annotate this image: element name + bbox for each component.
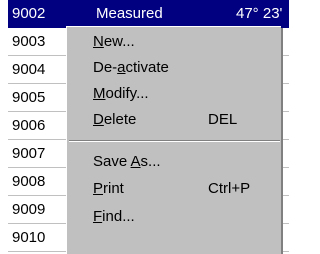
menu-item-modify[interactable]: Modify... xyxy=(67,81,282,107)
menu-item-label: Save As... xyxy=(93,153,161,170)
menu-item-label: Modify... xyxy=(93,85,149,102)
point-id: 9009 xyxy=(12,201,46,218)
menu-item-label: New... xyxy=(93,33,135,50)
point-id: 9008 xyxy=(12,173,46,190)
point-status: Measured xyxy=(96,5,163,22)
menu-item-label: Find... xyxy=(93,208,135,225)
point-id: 9006 xyxy=(12,117,46,134)
menu-item-print[interactable]: Print Ctrl+P xyxy=(67,176,282,202)
menu-item-save-as[interactable]: Save As... xyxy=(67,149,282,175)
table-row-selected[interactable]: 9002 Measured 47° 23' xyxy=(8,0,289,28)
menu-item-delete[interactable]: Delete DEL xyxy=(67,107,282,133)
menu-item-new[interactable]: New... xyxy=(67,29,282,55)
point-id: 9002 xyxy=(12,5,46,22)
point-id: 9004 xyxy=(12,61,46,78)
menu-item-label: De-activate xyxy=(93,59,169,76)
menu-item-find[interactable]: Find... xyxy=(67,204,282,230)
menu-separator xyxy=(69,140,280,142)
context-menu: New... De-activate Modify... Delete DEL … xyxy=(66,26,281,254)
menu-item-shortcut: DEL xyxy=(208,111,238,128)
point-id: 9007 xyxy=(12,145,46,162)
menu-item-label: Delete xyxy=(93,111,137,128)
menu-item-label: Print xyxy=(93,180,124,197)
point-angle: 47° 23' xyxy=(236,5,283,22)
point-id: 9003 xyxy=(12,33,46,50)
point-id: 9005 xyxy=(12,89,46,106)
menu-item-deactivate[interactable]: De-activate xyxy=(67,55,282,81)
menu-item-shortcut: Ctrl+P xyxy=(208,180,251,197)
point-id: 9010 xyxy=(12,229,46,246)
